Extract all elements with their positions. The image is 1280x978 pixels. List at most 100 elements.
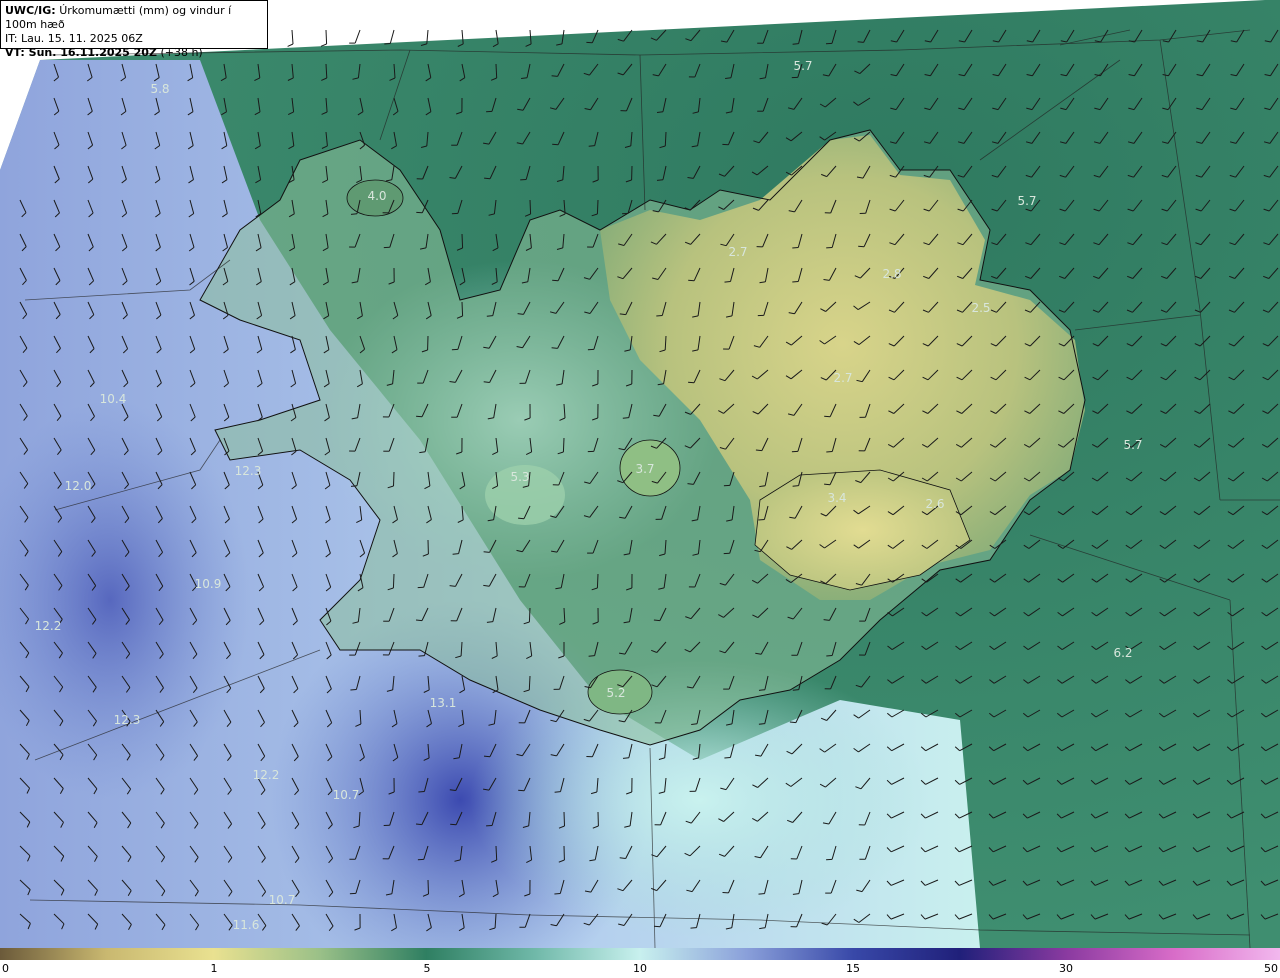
wind-barb-flag [350,213,358,215]
wind-barb-flag [792,247,799,249]
value-label: 13.1 [430,696,457,710]
map-panel[interactable]: 5.7 5.8 4.0 5.7 2.7 2.8 2.5 2.7 5.7 3.7 5.3 3.4 2.6 1… [0,0,1280,948]
wind-barb-flag [518,789,525,792]
wind-barb-flag [654,925,661,928]
value-label: 3.4 [827,491,846,505]
wind-barb-flag [551,75,558,77]
wind-barb-flag [320,43,327,47]
wind-barb-flag [688,381,695,384]
wind-barb-flag [826,655,833,657]
wind-barb [393,471,395,487]
value-label: 5.7 [1017,194,1036,208]
wind-barb [562,437,565,453]
wind-barb [291,29,294,45]
wind-barb [325,29,328,45]
wind-barb-flag [588,655,595,657]
wind-barb-flag [554,791,561,793]
wind-barb-flag [350,689,357,691]
wind-barb-flag [826,451,833,453]
wind-barb [495,63,498,79]
wind-barb-flag [824,415,831,418]
value-label: 5.2 [606,686,625,700]
wind-barb-flag [792,689,799,691]
wind-barb-flag [789,721,796,724]
wind-barb-flag [619,857,626,859]
wind-barb-flag [758,893,765,895]
wind-barb [354,29,361,44]
value-label: 12.3 [114,713,141,727]
wind-barb-flag [758,723,765,725]
value-label: 2.7 [833,371,852,385]
wind-barb [427,879,429,895]
value-label: 5.7 [793,59,812,73]
wind-barb-flag [588,145,595,147]
wind-barb-flag [724,757,731,759]
value-label: 11.6 [233,918,260,932]
wind-barb-flag [690,927,697,929]
wind-barb-flag [416,415,423,418]
wind-barb-flag [552,279,559,282]
value-label: 5.8 [150,82,169,96]
colorbar: 0 1 5 10 15 30 50 [0,948,1280,978]
wind-barb [664,131,667,147]
wind-barb-flag [449,789,456,791]
wind-barb [495,845,498,861]
value-label: 2.8 [882,267,901,281]
wind-barb-flag [486,315,493,317]
value-label: 2.7 [728,245,747,259]
wind-barb [392,573,395,589]
value-label: 12.3 [235,464,262,478]
wind-barb-flag [857,41,864,43]
value-label: 10.9 [195,577,222,591]
wind-barb [596,573,599,589]
value-label: 4.0 [367,189,386,203]
value-label: 5.3 [510,470,529,484]
wind-barb-flag [483,755,491,758]
value-label: 3.7 [635,462,654,476]
wind-barb-flag [622,417,629,419]
wind-barb-flag [418,655,425,657]
colorbar-tick: 1 [210,962,218,975]
value-label: 10.7 [269,893,296,907]
wind-barb-flag [724,281,731,283]
wind-barb-flag [653,619,660,622]
colorbar-tick: 0 [2,962,9,975]
colorbar-tick: 10 [633,962,647,975]
wind-barb-flag [755,449,762,452]
wind-barb-flag [619,313,626,316]
value-label: 12.2 [253,768,280,782]
valid-time: VT: Sun. 16.11.2025 20Z [5,46,157,59]
lead-time: (+38 h) [160,46,203,59]
product-code: UWC/IG: [5,4,56,17]
colorbar-tick: 50 [1264,962,1278,975]
wind-barb-flag [415,619,423,622]
wind-barb-flag [792,43,799,45]
value-label: 2.6 [925,497,944,511]
wind-barb [389,29,395,44]
wind-barb-flag [758,689,765,691]
value-label: 12.2 [35,619,62,633]
wind-barb-flag [656,179,664,181]
title-box: UWC/IG: Úrkomumætti (mm) og vindur í 100… [0,0,268,59]
wind-barb-flag [418,791,425,793]
value-label: 2.5 [971,301,990,315]
wind-barb [529,199,532,215]
colorbar-strip [0,948,1280,960]
wind-barb-flag [350,485,358,487]
precipitation-wind-map[interactable]: 5.7 5.8 4.0 5.7 2.7 2.8 2.5 2.7 5.7 3.7 5.3 3.4 2.6 1… [0,0,1280,948]
wind-barb-flag [554,893,561,895]
wind-barb [528,675,531,691]
initial-time: IT: Lau. 15. 11. 2025 06Z [5,32,143,45]
wind-barb [563,811,565,827]
wind-barb [528,607,531,623]
wind-barb-flag [792,485,799,487]
colorbar-tick: 5 [423,962,431,975]
wind-barb-flag [415,823,422,826]
wind-barb-flag [287,43,294,47]
wind-barb-flag [824,483,831,486]
wind-barb-flag [656,315,663,317]
wind-barb-flag [551,347,558,349]
wind-barb [461,233,464,249]
value-label: 6.2 [1113,646,1132,660]
wind-barb-flag [758,519,765,521]
